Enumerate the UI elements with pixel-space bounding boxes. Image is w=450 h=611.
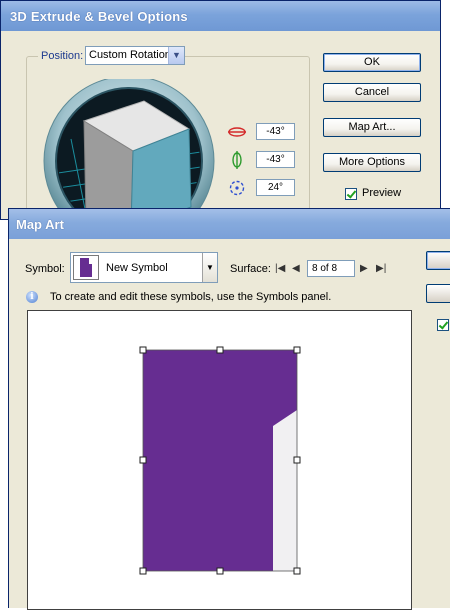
z-axis-rotate-icon <box>229 180 245 196</box>
visible-surface-shape <box>273 410 297 571</box>
position-label: Position: <box>38 50 87 62</box>
rotation-track-cube[interactable] <box>41 79 221 229</box>
map-art-ok-button[interactable] <box>426 251 450 270</box>
map-art-dialog: Map Art Symbol: New Symbol ▼ Surface: |◀… <box>8 208 450 610</box>
preview-label: Preview <box>362 187 402 199</box>
first-surface-icon[interactable]: |◀ <box>275 264 285 274</box>
map-art-button[interactable]: Map Art... <box>323 118 421 137</box>
prev-surface-icon[interactable]: ◀ <box>292 264 300 274</box>
last-surface-icon[interactable]: ▶| <box>376 264 386 274</box>
surface-field[interactable]: 8 of 8 <box>307 260 355 277</box>
more-options-button[interactable]: More Options <box>323 153 421 172</box>
map-art-preview-checkbox[interactable] <box>437 319 449 331</box>
y-axis-rotate-icon <box>232 151 242 169</box>
y-rotation-field[interactable]: -43° <box>256 151 295 168</box>
z-rotation-row: 24° <box>227 179 297 197</box>
x-rotation-field[interactable]: -43° <box>256 123 295 140</box>
info-text: To create and edit these symbols, use th… <box>50 291 332 303</box>
map-art-canvas[interactable] <box>27 310 412 610</box>
symbol-select-value: New Symbol <box>106 262 168 274</box>
position-select-value: Custom Rotation <box>89 49 171 61</box>
extrude-dialog-title: 3D Extrude & Bevel Options <box>10 9 188 24</box>
x-rotation-row: -43° <box>227 123 297 141</box>
chevron-down-icon[interactable]: ▼ <box>202 253 217 282</box>
symbol-select[interactable]: New Symbol ▼ <box>70 252 218 283</box>
cancel-button[interactable]: Cancel <box>323 83 421 102</box>
extrude-dialog-titlebar[interactable]: 3D Extrude & Bevel Options <box>1 1 440 31</box>
map-art-cancel-button[interactable] <box>426 284 450 303</box>
position-select[interactable]: Custom Rotation ▼ <box>85 46 185 65</box>
surface-artwork <box>139 346 301 575</box>
info-icon: i <box>26 291 38 303</box>
z-rotation-field[interactable]: 24° <box>256 179 295 196</box>
map-art-titlebar[interactable]: Map Art <box>9 209 450 239</box>
preview-checkbox[interactable] <box>345 188 357 200</box>
map-art-title: Map Art <box>16 217 64 232</box>
surface-label: Surface: <box>230 263 271 275</box>
symbol-label: Symbol: <box>25 263 65 275</box>
next-surface-icon[interactable]: ▶ <box>360 264 368 274</box>
y-rotation-row: -43° <box>227 151 297 169</box>
chevron-down-icon[interactable]: ▼ <box>168 47 184 64</box>
x-axis-rotate-icon <box>228 127 246 137</box>
symbol-thumbnail <box>73 255 99 280</box>
ok-button[interactable]: OK <box>323 53 421 72</box>
extrude-bevel-dialog: 3D Extrude & Bevel Options Position: Cus… <box>0 0 441 229</box>
